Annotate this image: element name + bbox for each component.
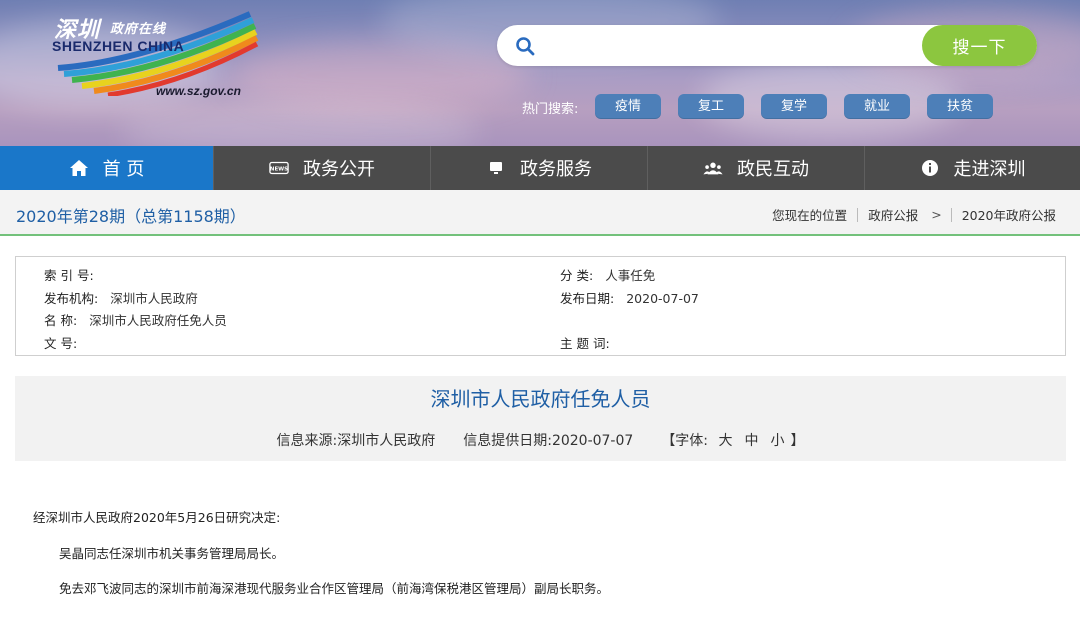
hot-tag[interactable]: 扶贫 [927, 94, 993, 119]
font-size-small-button[interactable]: 小 [770, 433, 784, 449]
nav-item-government-services[interactable]: 政务服务 [431, 146, 648, 190]
logo-subtitle-cn: 政府在线 [110, 22, 167, 37]
body-paragraph: 吴晶同志任深圳市机关事务管理局局长。 [59, 546, 285, 561]
home-icon [69, 158, 89, 178]
breadcrumb-divider [857, 207, 859, 222]
meta-document-number: 文 号: [44, 333, 89, 352]
meta-key: 分 类: [560, 268, 594, 283]
nav-item-label: 政民互动 [737, 159, 809, 180]
nav-item-label: 首 页 [102, 159, 145, 180]
info-date-label: 信息提供日期: [463, 433, 552, 449]
nav-item-government-affairs[interactable]: NEWS 政务公开 [214, 146, 431, 190]
meta-index-number: 索 引 号: [44, 265, 106, 284]
logo-title-en: SHENZHEN CHINA [52, 38, 185, 54]
issue-title: 2020年第28期（总第1158期） [16, 207, 246, 226]
logo-url: www.sz.gov.cn [156, 84, 241, 98]
breadcrumb-link-2020-gazette[interactable]: 2020年政府公报 [962, 205, 1056, 224]
article-title: 深圳市人民政府任免人员 [430, 387, 651, 411]
nav-item-label: 走进深圳 [953, 159, 1026, 180]
meta-publish-date: 发布日期: 2020-07-07 [560, 288, 699, 307]
article-header: 深圳市人民政府任免人员 信息来源:深圳市人民政府 信息提供日期:2020-07-0… [15, 376, 1066, 461]
font-size-bracket: 】 [790, 433, 805, 449]
breadcrumb-arrow-icon: > [931, 207, 942, 222]
nav-item-label: 政务服务 [520, 159, 592, 180]
hot-search-label: 热门搜索: [522, 102, 579, 117]
meta-key: 发布日期: [560, 291, 615, 306]
nav-item-home[interactable]: 首 页 [0, 146, 214, 190]
people-icon [703, 158, 723, 178]
search-icon[interactable] [515, 36, 535, 56]
body-paragraph: 免去邓飞波同志的深圳市前海深港现代服务业合作区管理局（前海湾保税港区管理局）副局… [59, 581, 610, 596]
nav-item-label: 政务公开 [303, 159, 375, 180]
meta-value: 2020-07-07 [626, 291, 699, 306]
info-icon [920, 158, 940, 178]
monitor-icon [486, 158, 506, 178]
meta-value: 深圳市人民政府 [110, 291, 198, 306]
hot-tag[interactable]: 疫情 [595, 94, 661, 119]
breadcrumb-divider [950, 207, 952, 222]
body-paragraph: 经深圳市人民政府2020年5月26日研究决定: [33, 510, 281, 525]
issue-bar: 2020年第28期（总第1158期） 您现在的位置 政府公报 > 2020年政府… [0, 190, 1080, 236]
breadcrumb: 您现在的位置 政府公报 > 2020年政府公报 [772, 205, 1056, 224]
meta-value: 人事任免 [605, 268, 656, 283]
article-info: 信息来源:深圳市人民政府 信息提供日期:2020-07-07 【字体: 大中小】 [15, 430, 1066, 450]
meta-publisher: 发布机构: 深圳市人民政府 [44, 288, 198, 307]
search-input[interactable] [547, 31, 907, 59]
hot-tag[interactable]: 复工 [678, 94, 744, 119]
meta-name: 名 称: 深圳市人民政府任免人员 [44, 310, 227, 329]
search-box: 搜一下 [497, 25, 1037, 66]
meta-key: 文 号: [44, 336, 78, 351]
breadcrumb-link-gazette[interactable]: 政府公报 [868, 205, 918, 224]
meta-category: 分 类: 人事任免 [560, 265, 655, 284]
hot-tag[interactable]: 复学 [761, 94, 827, 119]
meta-key: 名 称: [44, 313, 78, 328]
meta-value: 深圳市人民政府任免人员 [89, 313, 227, 328]
meta-key: 发布机构: [44, 291, 99, 306]
source-label: 信息来源: [276, 433, 338, 449]
main-nav: 首 页 NEWS 政务公开 政务服务 政民互动 走进深圳 [0, 146, 1080, 190]
font-size-label: 【字体: [661, 433, 709, 449]
nav-item-interaction[interactable]: 政民互动 [648, 146, 865, 190]
search-button[interactable]: 搜一下 [922, 25, 1037, 66]
font-size-medium-button[interactable]: 中 [744, 433, 758, 449]
site-header: 深圳 政府在线 SHENZHEN CHINA www.sz.gov.cn 搜一下… [0, 0, 1080, 146]
breadcrumb-prefix: 您现在的位置 [772, 208, 848, 223]
document-metadata: 索 引 号: 分 类: 人事任免 发布机构: 深圳市人民政府 发布日期: 2020-0… [15, 256, 1066, 356]
nav-item-about-shenzhen[interactable]: 走进深圳 [865, 146, 1080, 190]
svg-text:NEWS: NEWS [270, 167, 288, 173]
news-icon: NEWS [269, 158, 289, 178]
source-value: 深圳市人民政府 [337, 433, 436, 449]
font-size-large-button[interactable]: 大 [718, 433, 732, 449]
site-logo[interactable]: 深圳 政府在线 SHENZHEN CHINA www.sz.gov.cn [40, 6, 270, 98]
hot-tag[interactable]: 就业 [844, 94, 910, 119]
meta-key: 索 引 号: [44, 268, 94, 283]
meta-keywords: 主 题 词: [560, 333, 622, 352]
meta-key: 主 题 词: [560, 336, 610, 351]
info-date-value: 2020-07-07 [551, 433, 634, 449]
